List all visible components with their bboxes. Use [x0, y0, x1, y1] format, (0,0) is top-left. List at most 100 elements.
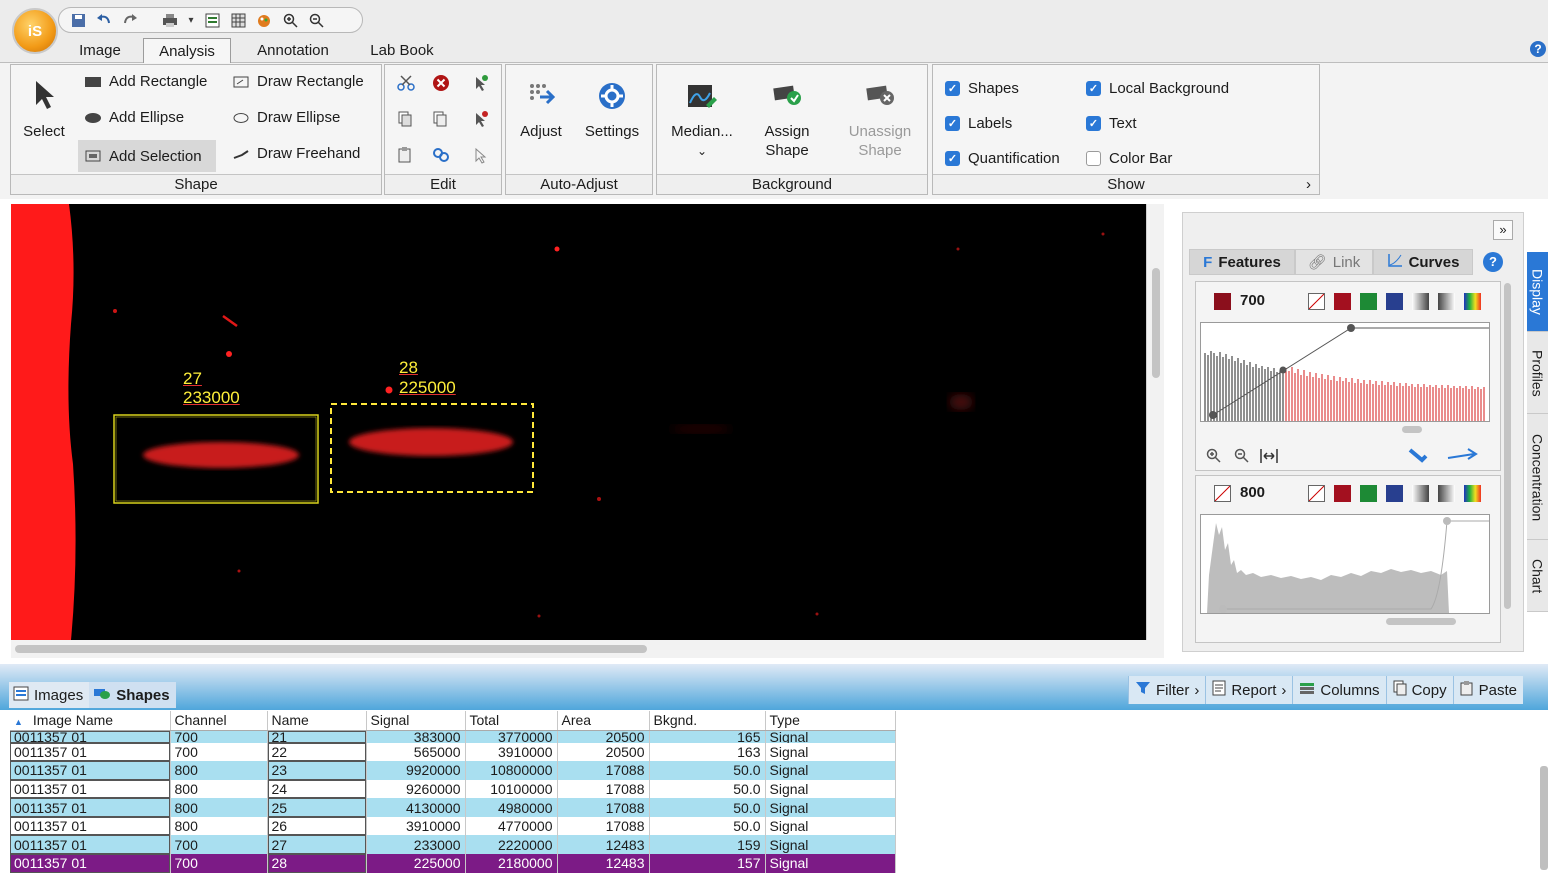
select-button[interactable]: Select — [19, 79, 69, 141]
channel-700-histogram[interactable] — [1200, 322, 1490, 422]
green-swatch[interactable] — [1360, 293, 1377, 310]
panel-help-icon[interactable]: ? — [1483, 252, 1503, 272]
report-button[interactable]: Report › — [1205, 676, 1293, 704]
auto-curve-icon[interactable] — [1408, 446, 1430, 469]
rainbow-swatch[interactable] — [1464, 293, 1481, 310]
column-header-area[interactable]: Area — [557, 711, 650, 731]
add-selection-button[interactable]: Add Selection — [78, 140, 216, 172]
grid-icon[interactable] — [229, 11, 247, 29]
print-icon[interactable] — [161, 11, 179, 29]
no-color-swatch[interactable] — [1308, 485, 1325, 502]
column-header-total[interactable]: Total — [465, 711, 558, 731]
add-rectangle-button[interactable]: Add Rectangle — [85, 73, 207, 90]
copy-button[interactable]: Copy — [1385, 676, 1453, 704]
save-icon[interactable] — [69, 11, 87, 29]
rainbow-swatch[interactable] — [1464, 485, 1481, 502]
app-logo[interactable]: iS — [12, 8, 58, 54]
column-header-name[interactable]: Name — [267, 711, 367, 731]
draw-ellipse-button[interactable]: Draw Ellipse — [233, 109, 340, 126]
table-row[interactable]: 0011357 01 700 22 565000 3910000 20500 163 Sign… — [10, 742, 896, 762]
column-header-image-name[interactable]: ▲ Image Name — [10, 711, 171, 731]
pointer-add-icon[interactable] — [473, 74, 489, 95]
viewer-vertical-scrollbar[interactable] — [1146, 204, 1164, 640]
table-row[interactable]: 0011357 01 700 21 383000 3770000 20500 165 Sign… — [10, 730, 896, 743]
draw-freehand-button[interactable]: Draw Freehand — [233, 145, 360, 162]
delete-icon[interactable] — [432, 74, 450, 95]
reset-curve-icon[interactable] — [1446, 448, 1478, 467]
paste-icon[interactable] — [397, 146, 413, 167]
link-shapes-icon[interactable] — [432, 146, 450, 167]
red-swatch[interactable] — [1334, 293, 1351, 310]
tab-analysis[interactable]: Analysis — [143, 38, 231, 63]
median-button[interactable]: Median... ⌄ — [663, 81, 741, 161]
pointer-outline-icon[interactable] — [473, 146, 489, 167]
tab-images[interactable]: Images — [9, 682, 90, 708]
tab-shapes[interactable]: Shapes — [89, 682, 176, 708]
draw-rectangle-button[interactable]: Draw Rectangle — [233, 73, 364, 90]
column-header-signal[interactable]: Signal — [366, 711, 466, 731]
show-quantification-checkbox[interactable]: ✓ Quantification — [945, 150, 1060, 167]
inverted-gray-swatch[interactable] — [1438, 293, 1455, 310]
gray-swatch[interactable] — [1412, 485, 1429, 502]
green-swatch[interactable] — [1360, 485, 1377, 502]
tab-curves[interactable]: Curves — [1373, 249, 1473, 275]
channel-800-color-swatch[interactable] — [1214, 485, 1231, 502]
chevron-right-icon[interactable]: › — [1306, 175, 1311, 194]
redo-icon[interactable] — [121, 11, 139, 29]
panel-scroll-thumb[interactable] — [1504, 283, 1511, 609]
filter-button[interactable]: Filter › — [1128, 676, 1206, 704]
collapse-panel-button[interactable]: » — [1493, 220, 1513, 240]
color-palette-icon[interactable] — [255, 11, 273, 29]
tab-image[interactable]: Image — [64, 38, 136, 63]
paste-button[interactable]: Paste — [1452, 676, 1523, 704]
tab-lab-book[interactable]: Lab Book — [358, 38, 446, 63]
duplicate-icon[interactable] — [432, 110, 448, 131]
inverted-gray-swatch[interactable] — [1438, 485, 1455, 502]
image-list-icon[interactable] — [203, 11, 221, 29]
vertical-scroll-thumb[interactable] — [1152, 268, 1160, 378]
show-local-background-checkbox[interactable]: ✓ Local Background — [1086, 80, 1229, 97]
undo-icon[interactable] — [95, 11, 113, 29]
copy-icon[interactable] — [397, 110, 413, 131]
table-row[interactable]: 0011357 01 800 25 4130000 4980000 17088 50.0 Si… — [10, 798, 896, 817]
show-color-bar-checkbox[interactable]: Color Bar — [1086, 150, 1172, 167]
channel-700-color-swatch[interactable] — [1214, 293, 1231, 310]
no-color-swatch[interactable] — [1308, 293, 1325, 310]
column-header-bkgnd[interactable]: Bkgnd. — [649, 711, 766, 731]
table-row[interactable]: 0011357 01 800 23 9920000 10800000 17088 50.0 S… — [10, 761, 896, 780]
chevron-down-icon[interactable]: ▾ — [187, 11, 195, 29]
image-viewer[interactable]: 27 233000 28 225000 — [11, 204, 1146, 640]
show-labels-checkbox[interactable]: ✓ Labels — [945, 115, 1012, 132]
columns-button[interactable]: Columns — [1292, 676, 1386, 704]
column-header-type[interactable]: Type — [765, 711, 896, 731]
show-shapes-checkbox[interactable]: ✓ Shapes — [945, 80, 1019, 97]
help-icon[interactable]: ? — [1530, 41, 1546, 57]
fit-width-icon[interactable] — [1260, 448, 1278, 467]
tab-link[interactable]: 🔗︎ Link — [1295, 249, 1373, 275]
column-header-channel[interactable]: Channel — [170, 711, 268, 731]
histogram-800-scroll-thumb[interactable] — [1386, 618, 1456, 625]
table-row[interactable]: 0011357 01 800 24 9260000 10100000 17088 50.0 S… — [10, 779, 896, 799]
unassign-shape-button[interactable]: Unassign Shape — [839, 81, 921, 160]
channel-800-histogram[interactable] — [1200, 514, 1490, 614]
adjust-button[interactable]: Adjust — [512, 81, 570, 141]
cut-icon[interactable] — [397, 74, 415, 95]
assign-shape-button[interactable]: Assign Shape — [751, 81, 823, 160]
zoom-in-icon[interactable] — [1206, 448, 1222, 467]
settings-button[interactable]: Settings — [578, 81, 646, 141]
show-text-checkbox[interactable]: ✓ Text — [1086, 115, 1137, 132]
tab-features[interactable]: F Features — [1189, 249, 1295, 275]
zoom-in-icon[interactable] — [281, 11, 299, 29]
blue-swatch[interactable] — [1386, 485, 1403, 502]
tab-annotation[interactable]: Annotation — [243, 38, 343, 63]
zoom-out-icon[interactable] — [1234, 448, 1250, 467]
side-tab-concentration[interactable]: Concentration — [1527, 416, 1548, 540]
table-vertical-scroll-thumb[interactable] — [1540, 766, 1548, 870]
zoom-out-icon[interactable] — [307, 11, 325, 29]
side-tab-profiles[interactable]: Profiles — [1527, 334, 1548, 414]
viewer-horizontal-scrollbar[interactable] — [11, 640, 1164, 658]
side-tab-chart[interactable]: Chart — [1527, 542, 1548, 612]
add-ellipse-button[interactable]: Add Ellipse — [85, 109, 184, 126]
horizontal-scroll-thumb[interactable] — [15, 645, 647, 653]
side-tab-display[interactable]: Display — [1527, 252, 1548, 332]
